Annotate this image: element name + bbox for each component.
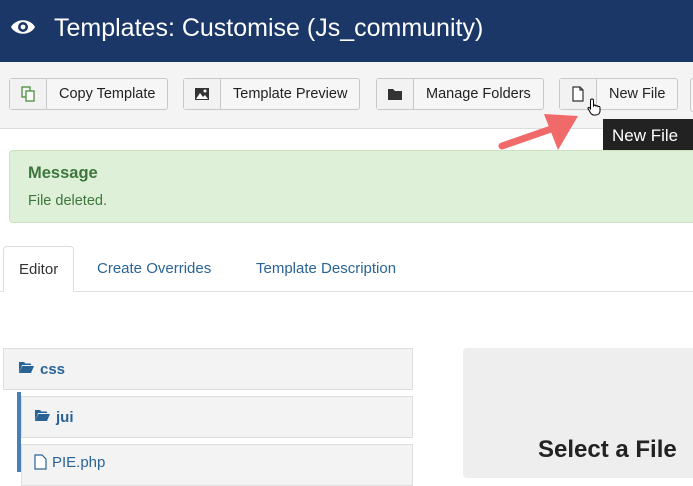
hand-cursor-icon: [587, 98, 603, 121]
select-file-heading: Select a File: [538, 436, 677, 463]
editor-placeholder-panel: Select a File: [463, 348, 693, 478]
folder-open-icon: [18, 361, 40, 378]
manage-folders-label: Manage Folders: [426, 86, 531, 102]
copy-icon: [10, 79, 47, 109]
tree-folder-css[interactable]: css: [3, 348, 413, 390]
template-preview-button[interactable]: Template Preview: [183, 78, 361, 110]
copy-template-button[interactable]: Copy Template: [9, 78, 169, 110]
tree-folder-label: jui: [56, 408, 74, 426]
eye-icon: [10, 17, 36, 42]
success-message: Message File deleted.: [9, 150, 693, 223]
copy-template-label: Copy Template: [59, 86, 156, 102]
tree-folder-label: css: [40, 360, 66, 378]
message-text: File deleted.: [28, 193, 107, 209]
tab-create-overrides[interactable]: Create Overrides: [82, 246, 226, 291]
tree-file-pie[interactable]: PIE.php: [21, 444, 413, 486]
tab-template-description[interactable]: Template Description: [241, 246, 411, 291]
new-file-tooltip: New File: [603, 119, 693, 153]
template-preview-label: Template Preview: [233, 86, 348, 102]
manage-folders-button[interactable]: Manage Folders: [376, 78, 544, 110]
page-header: Templates: Customise (Js_community): [0, 0, 693, 62]
image-icon: [184, 79, 221, 109]
tab-bar: Editor Create Overrides Template Descrip…: [0, 246, 693, 292]
tree-folder-jui[interactable]: jui: [21, 396, 413, 438]
new-file-button[interactable]: New File: [559, 78, 679, 110]
page-title: Templates: Customise (Js_community): [54, 14, 484, 42]
file-icon: [34, 454, 52, 474]
message-heading: Message: [28, 164, 98, 182]
new-file-label: New File: [609, 86, 666, 102]
toolbar: Copy Template Template Preview Manage Fo…: [0, 62, 693, 129]
folder-icon: [377, 79, 414, 109]
folder-open-icon: [34, 409, 56, 426]
tab-editor[interactable]: Editor: [3, 246, 75, 292]
tree-file-label: PIE.php: [52, 454, 106, 471]
